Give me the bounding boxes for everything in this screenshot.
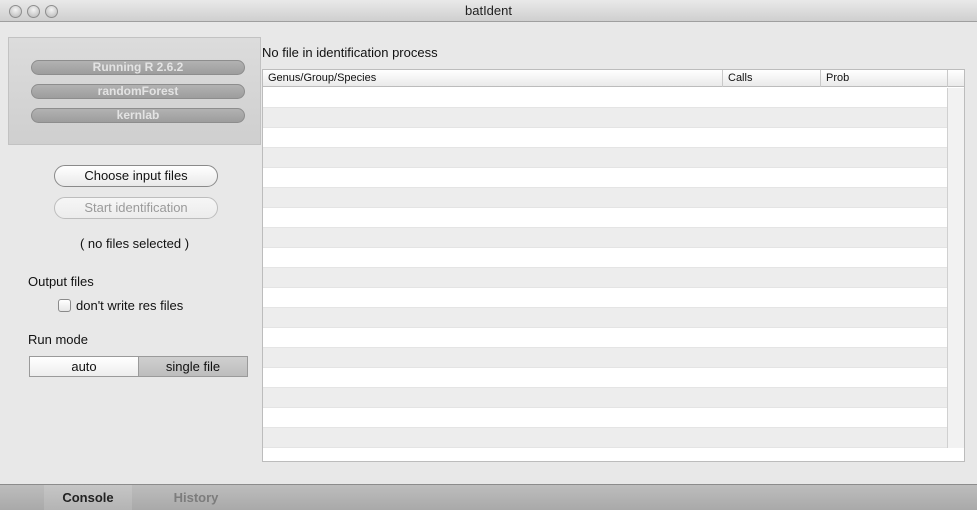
control-panel: Running R 2.6.2 randomForest kernlab Cho… xyxy=(8,23,261,483)
window-title: batIdent xyxy=(465,3,512,18)
output-files-label: Output files xyxy=(28,274,94,289)
identification-status-heading: No file in identification process xyxy=(262,45,438,60)
table-row[interactable] xyxy=(263,108,948,128)
table-scrollbar[interactable] xyxy=(947,88,964,448)
checkbox-label: don't write res files xyxy=(76,298,184,313)
column-header-calls[interactable]: Calls xyxy=(723,70,821,87)
table-row[interactable] xyxy=(263,228,948,248)
selection-status-text: ( no files selected ) xyxy=(79,236,190,251)
run-mode-label: Run mode xyxy=(28,332,88,347)
close-icon[interactable] xyxy=(9,5,22,18)
batident-window: batIdent Running R 2.6.2 randomForest ke… xyxy=(0,0,977,510)
table-row[interactable] xyxy=(263,388,948,408)
table-row[interactable] xyxy=(263,188,948,208)
table-header: Genus/Group/Species Calls Prob xyxy=(263,70,964,87)
package-status-box: Running R 2.6.2 randomForest kernlab xyxy=(8,37,261,145)
tab-console[interactable]: Console xyxy=(44,485,132,510)
choose-input-files-button[interactable]: Choose input files xyxy=(54,165,218,187)
table-row[interactable] xyxy=(263,288,948,308)
table-row[interactable] xyxy=(263,428,948,448)
table-row[interactable] xyxy=(263,328,948,348)
table-row[interactable] xyxy=(263,88,948,108)
table-row[interactable] xyxy=(263,408,948,428)
column-header-prob[interactable]: Prob xyxy=(821,70,948,87)
table-row[interactable] xyxy=(263,148,948,168)
run-mode-segmented-control: auto single file xyxy=(29,356,248,377)
checkbox-box[interactable] xyxy=(58,299,71,312)
table-row[interactable] xyxy=(263,248,948,268)
table-row[interactable] xyxy=(263,168,948,188)
run-mode-single-file-button[interactable]: single file xyxy=(139,357,247,376)
table-row[interactable] xyxy=(263,368,948,388)
table-row[interactable] xyxy=(263,128,948,148)
dont-write-res-files-checkbox[interactable]: don't write res files xyxy=(58,298,183,313)
status-pill-r-version: Running R 2.6.2 xyxy=(31,60,245,75)
status-pill-kernlab: kernlab xyxy=(31,108,245,123)
start-identification-button[interactable]: Start identification xyxy=(54,197,218,219)
table-row[interactable] xyxy=(263,348,948,368)
run-mode-auto-button[interactable]: auto xyxy=(30,357,139,376)
tab-history[interactable]: History xyxy=(150,485,242,510)
table-body xyxy=(263,88,948,448)
bottom-tab-bar: Console History xyxy=(0,484,977,510)
title-bar: batIdent xyxy=(0,0,977,22)
minimize-icon[interactable] xyxy=(27,5,40,18)
table-row[interactable] xyxy=(263,268,948,288)
zoom-icon[interactable] xyxy=(45,5,58,18)
table-row[interactable] xyxy=(263,308,948,328)
status-pill-randomforest: randomForest xyxy=(31,84,245,99)
table-row[interactable] xyxy=(263,208,948,228)
column-header-genus-group-species[interactable]: Genus/Group/Species xyxy=(263,70,723,87)
results-table: Genus/Group/Species Calls Prob xyxy=(262,69,965,462)
